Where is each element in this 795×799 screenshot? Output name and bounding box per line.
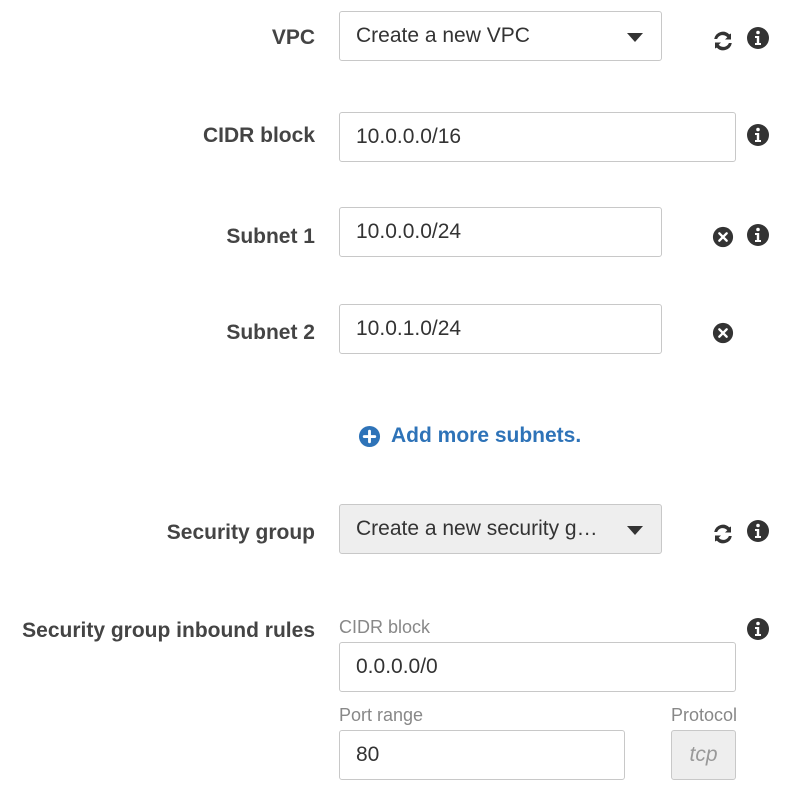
cidr-input[interactable]: 10.0.0.0/16	[339, 112, 736, 162]
vpc-select-value: Create a new VPC	[356, 24, 530, 47]
info-icon[interactable]	[746, 26, 770, 50]
info-icon[interactable]	[746, 617, 770, 641]
security-group-select-value: Create a new security g…	[356, 517, 598, 540]
info-icon[interactable]	[746, 519, 770, 543]
subnet-2-input[interactable]: 10.0.1.0/24	[339, 304, 662, 354]
port-range-value: 80	[356, 743, 380, 766]
cidr-input-value: 10.0.0.0/16	[356, 125, 462, 148]
inbound-cidr-label: CIDR block	[339, 617, 431, 637]
subnet-1-input[interactable]: 10.0.0.0/24	[339, 207, 662, 257]
inbound-cidr-value: 0.0.0.0/0	[356, 655, 438, 678]
subnet-2-value: 10.0.1.0/24	[356, 317, 462, 340]
protocol-label: Protocol	[671, 705, 738, 725]
security-group-label: Security group	[166, 521, 315, 544]
subnet-1-label: Subnet 1	[226, 225, 315, 248]
port-range-input[interactable]: 80	[339, 730, 625, 780]
chevron-down-icon	[627, 33, 643, 42]
add-more-subnets-label: Add more subnets.	[391, 424, 582, 447]
chevron-down-icon	[627, 526, 643, 535]
add-more-subnets-link[interactable]: Add more subnets.	[358, 424, 581, 448]
info-icon[interactable]	[746, 223, 770, 247]
refresh-icon[interactable]	[711, 522, 735, 546]
port-range-label: Port range	[339, 705, 424, 725]
vpc-select[interactable]: Create a new VPC	[339, 11, 662, 61]
plus-circle-icon	[358, 425, 381, 448]
subnet-1-value: 10.0.0.0/24	[356, 220, 462, 243]
inbound-rules-label: Security group inbound rules	[22, 619, 315, 642]
subnet-2-label: Subnet 2	[226, 321, 315, 344]
protocol-value: tcp	[689, 743, 718, 766]
security-group-select[interactable]: Create a new security g…	[339, 504, 662, 554]
protocol-field: tcp	[671, 730, 736, 780]
refresh-icon[interactable]	[711, 29, 735, 53]
remove-icon[interactable]	[712, 226, 734, 248]
remove-icon[interactable]	[712, 322, 734, 344]
inbound-cidr-input[interactable]: 0.0.0.0/0	[339, 642, 736, 692]
cidr-label: CIDR block	[202, 124, 315, 147]
info-icon[interactable]	[746, 123, 770, 147]
vpc-label: VPC	[271, 26, 315, 49]
